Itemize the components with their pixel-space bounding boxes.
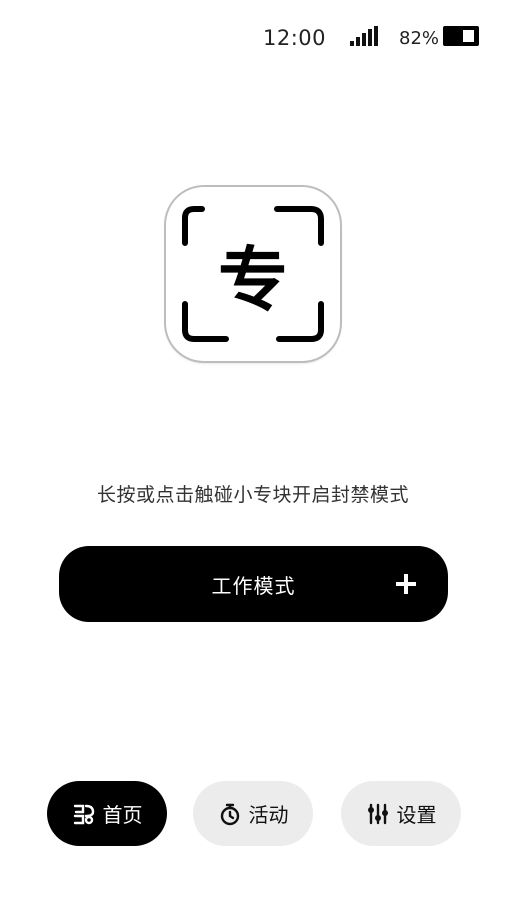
tab-activity[interactable]: 活动 bbox=[193, 781, 313, 846]
status-bar: 12:00 82% bbox=[0, 0, 506, 70]
logo-glyph: 专 bbox=[218, 237, 288, 321]
plus-icon[interactable] bbox=[396, 574, 416, 594]
battery-percent: 82% bbox=[399, 28, 440, 49]
tab-settings[interactable]: 设置 bbox=[341, 781, 461, 846]
work-mode-button[interactable]: 工作模式 bbox=[59, 546, 448, 622]
sliders-icon bbox=[367, 803, 388, 824]
work-mode-label: 工作模式 bbox=[211, 573, 296, 598]
signal-icon bbox=[350, 26, 378, 46]
tab-home[interactable]: 首页 bbox=[47, 781, 167, 846]
tab-home-label: 首页 bbox=[102, 803, 143, 827]
hint-text: 长按或点击触碰小专块开启封禁模式 bbox=[96, 484, 409, 506]
tab-settings-label: 设置 bbox=[396, 803, 437, 827]
home-screen: 12:00 82% 专 长按或点击触碰小专块开启封禁模式 工作模式 首页 活动 … bbox=[0, 0, 506, 900]
status-time: 12:00 bbox=[263, 26, 327, 50]
app-logo[interactable]: 专 bbox=[166, 187, 340, 361]
battery-icon bbox=[443, 26, 479, 46]
tab-activity-label: 活动 bbox=[248, 803, 289, 827]
home-icon bbox=[73, 804, 94, 824]
stopwatch-icon bbox=[220, 803, 239, 825]
